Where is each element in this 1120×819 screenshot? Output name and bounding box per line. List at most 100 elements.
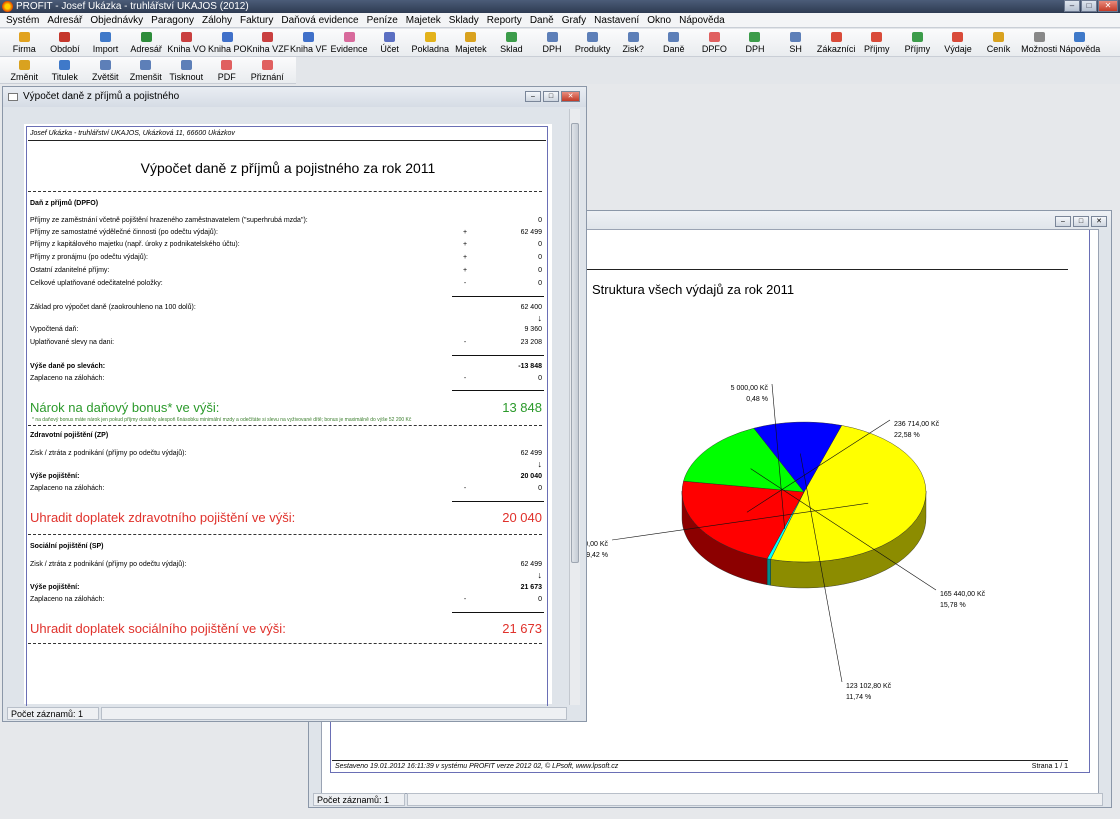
toolbar-button-12[interactable]: Sklad: [491, 29, 532, 56]
menu-item-0[interactable]: Systém: [2, 13, 43, 27]
toolbar-button-8[interactable]: Evidence: [329, 29, 370, 56]
menu-item-15[interactable]: Nápověda: [675, 13, 729, 27]
row-value: 0: [538, 485, 542, 492]
down-arrow-icon: ↓: [537, 313, 543, 323]
toolbar-button-10[interactable]: Pokladna: [410, 29, 451, 56]
zoom-in-icon: [99, 60, 111, 70]
report-toolbar-button-3[interactable]: Zmenšit: [126, 57, 167, 84]
price-list-icon: [993, 32, 1005, 42]
toolbar-button-14[interactable]: Produkty: [572, 29, 613, 56]
tax-maximize-button[interactable]: □: [543, 91, 559, 102]
toolbar-button-15[interactable]: Zisk?: [613, 29, 654, 56]
row-label: Zaplaceno na zálohách:: [30, 596, 105, 603]
printer-icon: [546, 32, 558, 42]
toolbar-button-0[interactable]: Firma: [4, 29, 45, 56]
minimize-button[interactable]: –: [1064, 0, 1080, 12]
chart-close-button[interactable]: ✕: [1091, 216, 1107, 227]
menu-item-14[interactable]: Okno: [643, 13, 675, 27]
tax-scrollbar[interactable]: [569, 109, 580, 705]
toolbar-label: Zákazníci: [816, 44, 856, 54]
toolbar-button-2[interactable]: Import: [85, 29, 126, 56]
report-toolbar-button-4[interactable]: Tisknout: [166, 57, 207, 84]
chart-minimize-button[interactable]: –: [1055, 216, 1071, 227]
tax-window-title: Výpočet daně z příjmů a pojistného: [23, 91, 180, 102]
row-value: 20 040: [520, 473, 542, 480]
toolbar-button-21[interactable]: Příjmy: [856, 29, 897, 56]
help-icon: [1074, 32, 1086, 42]
row-operator: +: [462, 267, 468, 274]
tax-form-icon: [261, 60, 273, 70]
menu-item-12[interactable]: Grafy: [558, 13, 590, 27]
menu-item-1[interactable]: Adresář: [43, 13, 86, 27]
toolbar-button-1[interactable]: Období: [45, 29, 86, 56]
toolbar-button-16[interactable]: Daně: [654, 29, 695, 56]
toolbar-button-18[interactable]: DPH: [735, 29, 776, 56]
menu-item-5[interactable]: Faktury: [236, 13, 277, 27]
toolbar-button-23[interactable]: Výdaje: [938, 29, 979, 56]
toolbar-button-11[interactable]: Majetek: [451, 29, 492, 56]
report-toolbar-button-6[interactable]: Přiznání: [247, 57, 288, 84]
menu-item-3[interactable]: Paragony: [147, 13, 198, 27]
report-toolbar-button-2[interactable]: Zvětšit: [85, 57, 126, 84]
toolbar-button-24[interactable]: Ceník: [978, 29, 1019, 56]
maximize-button[interactable]: □: [1081, 0, 1097, 12]
toolbar-button-3[interactable]: Adresář: [126, 29, 167, 56]
toolbar-button-22[interactable]: Příjmy: [897, 29, 938, 56]
scroll-thumb[interactable]: [571, 123, 579, 563]
row-label: Základ pro výpočet daně (zaokrouhleno na…: [30, 304, 196, 311]
tax-report-page: Josef Ukázka - truhlářství UKAJOS, Ukázk…: [24, 124, 552, 706]
row-operator: +: [462, 254, 468, 261]
report-toolbar-button-0[interactable]: Změnit: [4, 57, 45, 84]
menu-item-2[interactable]: Objednávky: [86, 13, 147, 27]
report-toolbar-button-5[interactable]: PDF: [207, 57, 248, 84]
row-value: 0: [538, 375, 542, 382]
toolbar-button-26[interactable]: Nápověda: [1059, 29, 1100, 56]
toolbar-label: Zvětšit: [91, 72, 119, 82]
asset-icon: [465, 32, 477, 42]
menu-item-13[interactable]: Nastavení: [590, 13, 643, 27]
menu-item-4[interactable]: Zálohy: [198, 13, 236, 27]
printer-icon: [627, 32, 639, 42]
toolbar-label: DPH: [542, 44, 562, 54]
section-zp: Zdravotní pojištění (ZP): [30, 432, 109, 439]
toolbar-label: Produkty: [574, 44, 611, 54]
result-label: Uhradit doplatek zdravotního pojištění v…: [30, 510, 296, 525]
toolbar-button-6[interactable]: Kniha VZF: [247, 29, 289, 56]
report-toolbar-button-1[interactable]: Titulek: [45, 57, 86, 84]
slice-value-label-3: 165 440,00 Kč: [940, 591, 986, 598]
toolbar-button-7[interactable]: Kniha VF: [288, 29, 329, 56]
printer-icon: [790, 32, 802, 42]
close-button[interactable]: ✕: [1098, 0, 1118, 12]
menu-item-8[interactable]: Majetek: [402, 13, 445, 27]
menu-item-9[interactable]: Sklady: [445, 13, 483, 27]
menu-item-10[interactable]: Reporty: [483, 13, 526, 27]
section-sp: Sociální pojištění (SP): [30, 543, 104, 550]
toolbar-button-4[interactable]: Kniha VO: [166, 29, 207, 56]
bar-chart-icon: [911, 32, 923, 42]
toolbar-button-9[interactable]: Účet: [369, 29, 410, 56]
row-label: Zaplaceno na zálohách:: [30, 375, 105, 382]
toolbar-button-13[interactable]: DPH: [532, 29, 573, 56]
menu-item-11[interactable]: Daně: [526, 13, 558, 27]
row-operator: -: [463, 596, 467, 603]
toolbar-button-25[interactable]: Možnosti: [1019, 29, 1060, 56]
menu-item-6[interactable]: Daňová evidence: [277, 13, 362, 27]
menu-item-7[interactable]: Peníze: [363, 13, 402, 27]
toolbar-label: Majetek: [455, 44, 487, 54]
row-label: Uplatňované slevy na dani:: [30, 339, 115, 346]
toolbar-button-19[interactable]: SH: [775, 29, 816, 56]
app-titlebar: PROFIT - Josef Ukázka - truhlářství UKAJ…: [0, 0, 1120, 13]
tax-minimize-button[interactable]: –: [525, 91, 541, 102]
toolbar-label: Titulek: [51, 72, 78, 82]
toolbar-button-5[interactable]: Kniha PO: [207, 29, 248, 56]
report-row-r12: Zisk / ztráta z podnikání (příjmy po ode…: [30, 450, 542, 460]
toolbar-button-17[interactable]: DPFO: [694, 29, 735, 56]
chart-maximize-button[interactable]: □: [1073, 216, 1089, 227]
report-row-r15: Zisk / ztráta z podnikání (příjmy po ode…: [30, 561, 542, 571]
report-row-r6: Celkové uplatňované odečitatelné položky…: [30, 280, 542, 290]
toolbar-button-20[interactable]: Zákazníci: [816, 29, 857, 56]
report-header: Josef Ukázka - truhlářství UKAJOS, Ukázk…: [30, 130, 235, 137]
toolbar-label: Účet: [380, 44, 399, 54]
gear-icon: [1033, 32, 1045, 42]
tax-close-button[interactable]: ✕: [561, 91, 580, 102]
